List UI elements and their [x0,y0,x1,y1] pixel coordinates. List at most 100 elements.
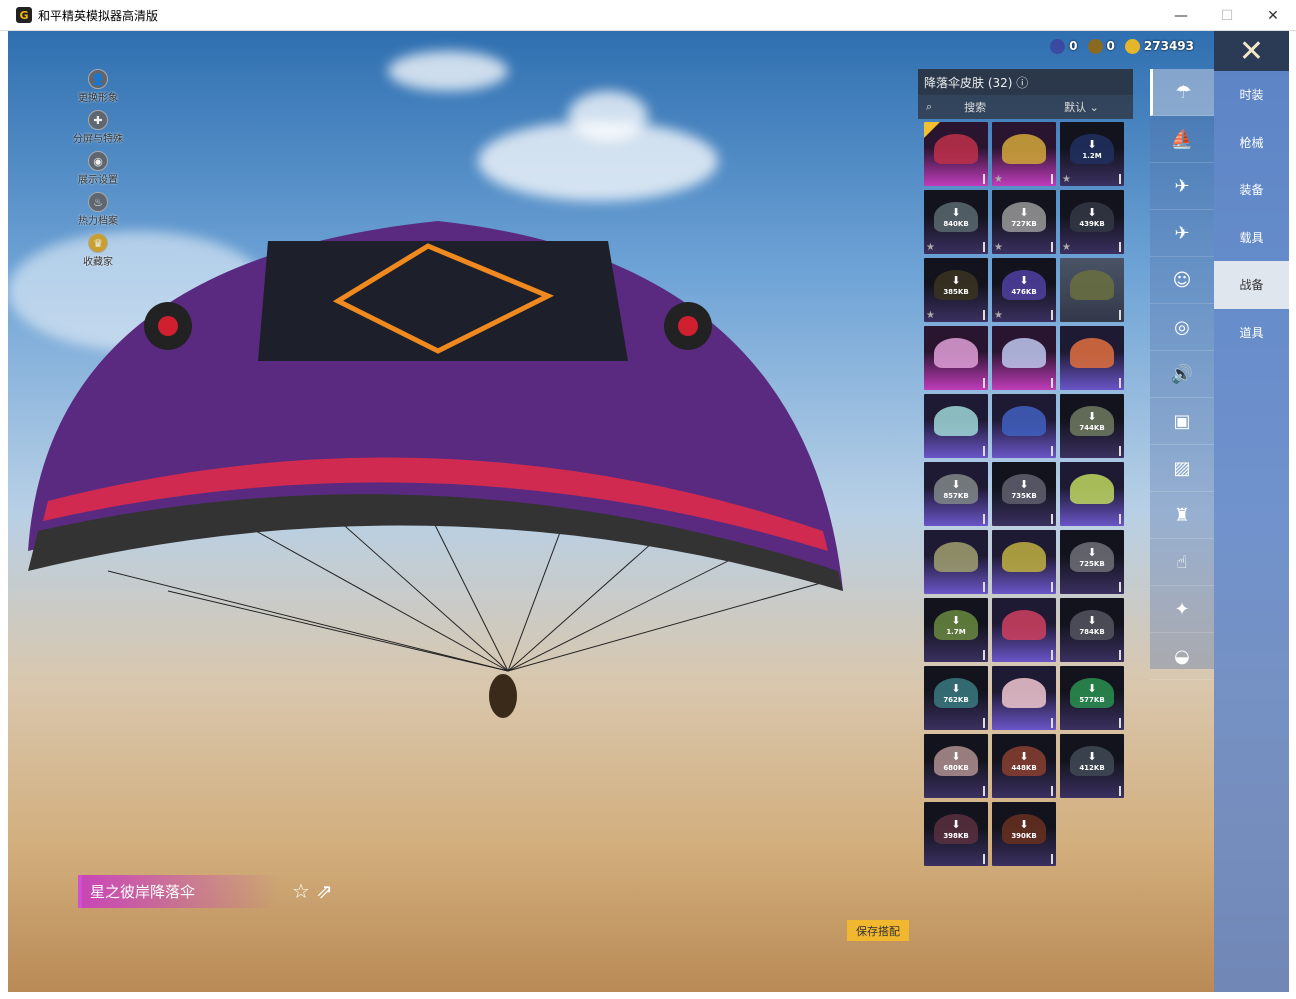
parachute-skin-tile[interactable]: ★ [992,122,1056,186]
download-size: 385KB [943,288,969,296]
parachute-skin-tile[interactable] [924,394,988,458]
parachute-skin-tile[interactable] [1060,462,1124,526]
search-input[interactable]: 搜索 [964,99,1044,115]
parachute-skin-tile[interactable] [992,530,1056,594]
parachute-skin-tile[interactable]: ⬇ 448KB [992,734,1056,798]
parachute-skin-tile[interactable] [1060,258,1124,322]
speaker-icon[interactable]: 🔊 [1150,351,1214,398]
parachute-skin-tile[interactable]: ⬇ 744KB [1060,394,1124,458]
parachute-skin-tile[interactable]: ⬇ 735KB [992,462,1056,526]
display-settings-button[interactable]: ◉ 展示设置 [68,151,128,186]
parachute-skin-tile[interactable]: ⬇ 840KB ★ [924,190,988,254]
parachute-skin-tile[interactable]: ⬇ 385KB ★ [924,258,988,322]
picture-icon[interactable]: ▨ [1150,445,1214,492]
parachute-skin-tile[interactable] [1060,326,1124,390]
download-icon: ⬇ [1019,478,1029,491]
extinguisher-icon[interactable]: ♜ [1150,492,1214,539]
parachute-skin-tile[interactable] [924,122,988,186]
parachute-skin-tile[interactable]: ⬇ 680KB [924,734,988,798]
parachute-skin-tile[interactable]: ⬇ 390KB [992,802,1056,866]
item-grid: ★ ⬇ 1.2M ★ ⬇ 840KB ★ ⬇ 727KB ★ ⬇ 439KB ★ ⬇ 385KB ★ ⬇ 476K… [924,122,1128,866]
collector-button[interactable]: ♛ 收藏家 [68,233,128,268]
download-size: 1.2M [1082,152,1102,160]
parachute-skin-tile[interactable]: ⬇ 762KB [924,666,988,730]
pet-icon[interactable]: ◎ [1150,304,1214,351]
heat-profile-button[interactable]: ♨ 热力档案 [68,192,128,227]
parachute-skin-tile[interactable]: ⬇ 1.7M [924,598,988,662]
wand-icon[interactable]: ✦ [1150,586,1214,633]
tab-0[interactable]: 时装 [1214,71,1289,119]
download-icon: ⬇ [951,478,961,491]
download-icon: ⬇ [951,206,961,219]
split-screen-button[interactable]: ✚ 分屏与特殊 [68,110,128,145]
download-size: 439KB [1079,220,1105,228]
tab-3[interactable]: 载具 [1214,214,1289,262]
download-size: 735KB [1011,492,1037,500]
parachute-thumbnail [1070,474,1114,504]
backpack-icon[interactable]: ⛵ [1150,116,1214,163]
tab-2[interactable]: 装备 [1214,166,1289,214]
count-indicator [1119,514,1121,524]
save-outfit-button[interactable]: 保存搭配 [847,920,909,941]
parachute-skin-tile[interactable]: ⬇ 398KB [924,802,988,866]
change-appearance-button[interactable]: 👤 更换形象 [68,69,128,104]
download-icon: ⬇ [951,682,961,695]
ufo-icon[interactable]: ◒ [1150,633,1214,680]
parachute-icon[interactable]: ☂ [1150,69,1214,116]
close-button[interactable]: ✕ [1214,31,1289,71]
count-indicator [1051,582,1053,592]
star-icon: ★ [1062,174,1071,185]
main-tabs: 时装 枪械 装备 载具 战备 道具 [1214,71,1289,992]
parachute-skin-tile[interactable]: ⬇ 577KB [1060,666,1124,730]
tap-icon[interactable]: ☝ [1150,539,1214,586]
download-size: 762KB [943,696,969,704]
parachute-skin-tile[interactable] [992,394,1056,458]
download-size: 390KB [1011,832,1037,840]
parachute-skin-tile[interactable]: ⬇ 439KB ★ [1060,190,1124,254]
download-size: 1.7M [946,628,966,636]
tab-5[interactable]: 道具 [1214,309,1289,357]
parachute-skin-tile[interactable]: ⬇ 1.2M ★ [1060,122,1124,186]
search-bar: ⌕ 搜索 默认 ⌄ [918,95,1133,119]
parachute-skin-tile[interactable] [924,326,988,390]
currency-2: 0 [1087,39,1115,54]
parachute-skin-tile[interactable]: ⬇ 476KB ★ [992,258,1056,322]
parachute-skin-tile[interactable]: ⬇ 784KB [1060,598,1124,662]
parachute-thumbnail [1070,270,1114,300]
maximize-button[interactable]: ☐ [1204,0,1250,31]
window-title: 和平精英模拟器高清版 [38,8,159,23]
tab-4[interactable]: 战备 [1214,261,1289,309]
share-icon[interactable]: ⇗ [316,879,333,903]
parachute-thumbnail [934,338,978,368]
parachute-skin-tile[interactable]: ⬇ 727KB ★ [992,190,1056,254]
download-icon: ⬇ [1019,274,1029,287]
parachute-skin-tile[interactable] [992,598,1056,662]
close-window-button[interactable]: ✕ [1250,0,1296,31]
minimize-button[interactable]: — [1158,0,1204,31]
plane-icon[interactable]: ✈ [1150,210,1214,257]
panel-title: 降落伞皮肤 (32) ⓘ [918,69,1133,95]
emote-icon[interactable]: ☺ [1150,257,1214,304]
favorite-star-icon[interactable]: ☆ [292,879,310,903]
parachute-skin-tile[interactable]: ⬇ 725KB [1060,530,1124,594]
parachute-skin-tile[interactable] [992,326,1056,390]
sort-dropdown[interactable]: 默认 ⌄ [1064,99,1099,115]
parachute-skin-tile[interactable]: ⬇ 857KB [924,462,988,526]
star-icon: ★ [926,310,935,321]
count-indicator [1051,242,1053,252]
count-indicator [1051,310,1053,320]
parachute-skin-tile[interactable]: ⬇ 412KB [1060,734,1124,798]
tab-1[interactable]: 枪械 [1214,119,1289,167]
chevron-down-icon: ⌄ [1089,101,1099,114]
parachute-skin-tile[interactable] [924,530,988,594]
tag-icon[interactable]: ▣ [1150,398,1214,445]
count-indicator [1051,650,1053,660]
currency-bar: 0 0 273493 [1050,39,1194,54]
star-icon: ★ [994,242,1003,253]
download-size: 784KB [1079,628,1105,636]
download-icon: ⬇ [951,614,961,627]
download-icon: ⬇ [1019,206,1029,219]
drone-icon[interactable]: ✈ [1150,163,1214,210]
parachute-thumbnail [1070,338,1114,368]
parachute-skin-tile[interactable] [992,666,1056,730]
